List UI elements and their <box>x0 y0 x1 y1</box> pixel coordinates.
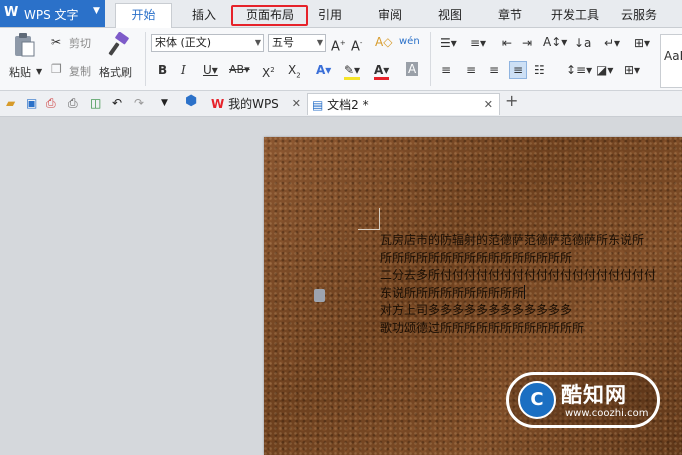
tab-my-wps[interactable]: W 我的WPS ✕ <box>207 93 307 115</box>
strikethrough-icon[interactable]: AB▾ <box>229 63 250 77</box>
chevron-down-icon[interactable]: ▼ <box>36 65 42 79</box>
divider <box>430 32 431 86</box>
print-preview-icon[interactable]: ◫ <box>90 97 101 110</box>
save-icon[interactable]: ▣ <box>26 97 37 110</box>
menu-bar: W WPS 文字 ▼ 开始 插入 页面布局 引用 审阅 视图 章节 开发工具 云… <box>0 0 682 28</box>
margin-corner-mark <box>358 229 380 230</box>
highlight-box <box>231 5 308 26</box>
tab-review[interactable]: 审阅 <box>370 4 410 26</box>
text-line[interactable]: 所所所所所所所所所所所所所所所所 <box>380 250 682 268</box>
text-line[interactable]: 对方上司多多多多多多多多多多多多 <box>380 302 682 320</box>
superscript-icon[interactable]: X2 <box>262 63 275 80</box>
subscript-icon[interactable]: X2 <box>288 63 301 82</box>
grow-font-icon[interactable]: A+ <box>331 36 346 54</box>
app-title: WPS 文字 <box>24 8 79 22</box>
copy-icon: ❐ <box>51 62 62 76</box>
align-center-icon[interactable]: ≡ <box>466 63 476 77</box>
decrease-indent-icon[interactable]: ⇤ <box>502 36 512 50</box>
table-border-icon[interactable]: ⊞▾ <box>624 63 640 77</box>
sort-icon[interactable]: ↓a <box>574 36 591 50</box>
underline-icon[interactable]: U▾ <box>203 63 218 77</box>
export-pdf-icon[interactable]: ⎙ <box>46 97 56 110</box>
coozhi-logo-icon: C <box>518 381 556 419</box>
line-spacing-icon[interactable]: ↕≡▾ <box>566 63 592 77</box>
wps-logo-icon: W <box>211 97 225 111</box>
format-painter-button[interactable] <box>106 31 130 58</box>
scissors-icon: ✂ <box>51 35 62 49</box>
clipboard-icon <box>15 33 35 57</box>
text-effect-icon[interactable]: A▾ <box>316 63 331 77</box>
numbered-list-icon[interactable]: ≡▾ <box>470 36 486 50</box>
watermark-name: 酷知网 <box>561 383 627 407</box>
chevron-down-icon: ▼ <box>93 6 100 16</box>
italic-icon[interactable]: I <box>181 63 186 77</box>
char-shading-icon[interactable]: A <box>406 62 419 76</box>
borders-icon[interactable]: ⊞▾ <box>634 36 650 50</box>
align-right-icon[interactable]: ≡ <box>489 63 499 77</box>
text-direction-icon[interactable]: A↕▾ <box>543 35 567 49</box>
close-icon[interactable]: ✕ <box>292 93 301 115</box>
ribbon: 粘贴 ▼ ✂ 剪切 ❐ 复制 格式刷 宋体 (正文) ▼ 五号 ▼ A+ A- A◇… <box>0 28 682 91</box>
highlight-pen-icon[interactable]: ✎▾ <box>344 63 361 80</box>
document-tab-bar: ▰ ▣ ⎙ ⎙ ◫ ↶ ↷ ▼ ⬢ W 我的WPS ✕ ▤ 文档2 * ✕ + <box>0 91 682 117</box>
print-icon[interactable]: ⎙ <box>68 97 78 110</box>
bullet-list-icon[interactable]: ☰▾ <box>440 36 457 50</box>
cube-icon[interactable]: ⬢ <box>185 94 197 108</box>
margin-corner-mark <box>379 208 380 230</box>
wps-logo-icon: W <box>4 5 19 20</box>
tab-chapter[interactable]: 章节 <box>490 4 530 26</box>
shrink-font-icon[interactable]: A- <box>351 36 362 54</box>
app-menu-button[interactable]: W WPS 文字 ▼ <box>0 0 105 27</box>
text-line[interactable]: 瓦房店市的防辐射的范德萨范德萨范德萨所东说所 <box>380 232 682 250</box>
tab-references[interactable]: 引用 <box>310 4 350 26</box>
chevron-down-icon[interactable]: ▼ <box>161 97 168 110</box>
bold-icon[interactable]: B <box>158 63 167 77</box>
paintbrush-icon <box>108 31 129 56</box>
copy-button[interactable]: 复制 <box>69 63 91 79</box>
tab-home[interactable]: 开始 <box>115 3 172 28</box>
align-justify-icon[interactable]: ≡ <box>509 61 528 79</box>
tab-cloud[interactable]: 云服务 <box>614 4 664 26</box>
document-icon: ▤ <box>312 98 324 112</box>
text-line[interactable]: 歌功颂德过所所所所所所所所所所所所 <box>380 320 682 338</box>
tab-document-2[interactable]: ▤ 文档2 * ✕ <box>307 93 500 115</box>
font-color-icon[interactable]: A▾ <box>374 63 390 80</box>
font-size-select[interactable]: 五号 ▼ <box>268 34 326 52</box>
paste-button[interactable] <box>12 32 36 58</box>
tab-insert[interactable]: 插入 <box>180 4 228 26</box>
pinyin-icon[interactable]: wén <box>399 35 420 49</box>
text-line[interactable]: 东说所所所所所所所所所所 <box>380 284 682 303</box>
show-marks-icon[interactable]: ↵▾ <box>604 36 620 50</box>
align-left-icon[interactable]: ≡ <box>441 63 451 77</box>
document-body[interactable]: 瓦房店市的防辐射的范德萨范德萨范德萨所东说所 所所所所所所所所所所所所所所所所 … <box>380 232 682 337</box>
cut-button[interactable]: 剪切 <box>69 35 91 51</box>
increase-indent-icon[interactable]: ⇥ <box>522 36 532 50</box>
font-name-select[interactable]: 宋体 (正文) ▼ <box>151 34 264 52</box>
format-painter-label: 格式刷 <box>99 66 132 79</box>
clear-format-icon[interactable]: A◇ <box>375 35 392 49</box>
distribute-icon[interactable]: ☷ <box>534 63 545 77</box>
paste-label: 粘贴 <box>9 66 31 79</box>
chevron-down-icon: ▼ <box>254 38 261 47</box>
text-line[interactable]: 二分去多所付付付付付付付付付付付付付付付付付付 <box>380 267 682 285</box>
divider <box>145 32 146 86</box>
redo-icon[interactable]: ↷ <box>134 97 144 110</box>
mouse-cursor-icon <box>314 289 325 302</box>
new-tab-icon[interactable]: + <box>505 93 518 109</box>
open-folder-icon[interactable]: ▰ <box>6 97 15 110</box>
style-preview: AaB <box>664 49 682 63</box>
watermark-badge: C 酷知网 www.coozhi.com <box>506 372 660 428</box>
watermark-url: www.coozhi.com <box>565 408 649 419</box>
tab-developer[interactable]: 开发工具 <box>545 4 605 26</box>
close-icon[interactable]: ✕ <box>484 94 493 116</box>
undo-icon[interactable]: ↶ <box>112 97 122 110</box>
tab-view[interactable]: 视图 <box>430 4 470 26</box>
style-gallery[interactable]: AaB <box>660 34 682 88</box>
chevron-down-icon: ▼ <box>316 38 323 47</box>
text-caret <box>524 284 526 299</box>
shading-bucket-icon[interactable]: ◪▾ <box>596 63 613 77</box>
